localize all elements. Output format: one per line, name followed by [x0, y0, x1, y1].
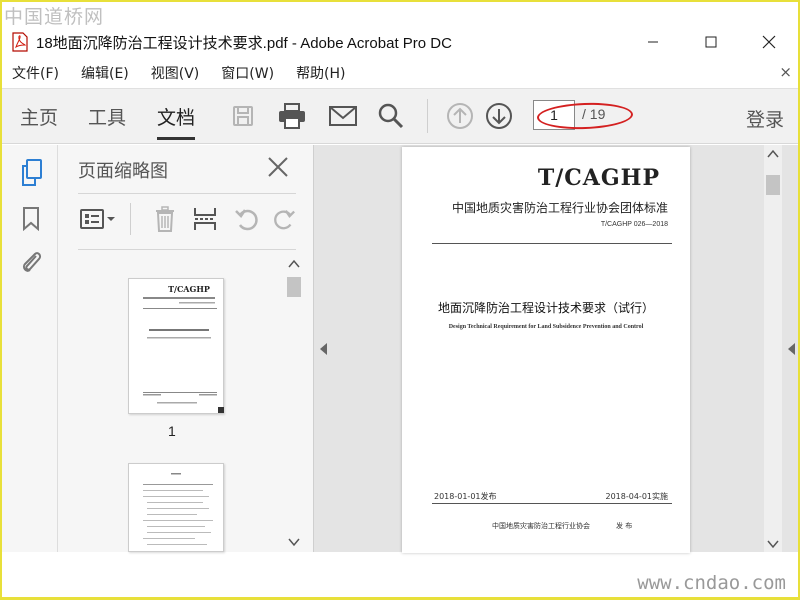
document-scrollbar[interactable] [764, 145, 782, 552]
issue-date: 2018-01-01发布 [434, 492, 497, 501]
window-title: 18地面沉降防治工程设计技术要求.pdf - Adobe Acrobat Pro… [36, 34, 452, 52]
login-link[interactable]: 登录 [746, 105, 784, 132]
panel-tool-divider [130, 203, 131, 235]
maximize-button[interactable] [682, 26, 740, 58]
effective-date: 2018-04-01实施 [605, 492, 669, 501]
publisher: 中国地质灾害防治工程行业协会 [492, 522, 590, 530]
collapse-left-arrow-icon[interactable] [320, 343, 327, 355]
panel-title: 页面缩略图 [78, 161, 168, 182]
standard-number: T/CAGHP 026—2018 [600, 221, 668, 228]
page-down-icon[interactable] [484, 101, 514, 131]
menu-window[interactable]: 窗口(W) [221, 63, 274, 83]
pdf-page: T/CAGHP 中国地质灾害防治工程行业协会团体标准 T/CAGHP 026—2… [402, 147, 690, 553]
toolbar-divider [427, 99, 428, 133]
panel-divider [78, 249, 296, 250]
attachment-icon[interactable] [17, 247, 45, 275]
svg-text:T/CAGHP: T/CAGHP [168, 284, 210, 294]
print-icon[interactable] [277, 101, 307, 131]
page-total: / 19 [582, 106, 606, 122]
footer-rule [432, 503, 672, 504]
save-icon[interactable] [228, 101, 258, 131]
maximize-icon [705, 36, 717, 48]
thumbnails-panel: 页面缩略图 T/CAGHP 1 [58, 145, 314, 552]
header-rule [432, 243, 672, 244]
tab-document[interactable]: 文档 [157, 103, 196, 140]
email-icon[interactable] [328, 101, 358, 131]
document-title-english: Design Technical Requirement for Land Su… [448, 324, 644, 330]
close-panel-button[interactable] [266, 155, 292, 181]
thumbnail-options-icon[interactable] [78, 205, 118, 233]
document-view[interactable]: T/CAGHP 中国地质灾害防治工程行业协会团体标准 T/CAGHP 026—2… [314, 145, 798, 553]
close-icon [268, 157, 288, 177]
menu-bar: 文件(F) 编辑(E) 视图(V) 窗口(W) 帮助(H) × [2, 62, 798, 84]
thumbnail-page-number: 1 [168, 423, 176, 439]
menu-view[interactable]: 视图(V) [151, 63, 200, 83]
minimize-icon [648, 41, 658, 43]
watermark-bottom: www.cndao.com [637, 572, 786, 594]
page-thumbnails-icon[interactable] [17, 159, 45, 187]
menu-edit[interactable]: 编辑(E) [81, 63, 129, 83]
close-icon [762, 35, 776, 49]
panel-divider [78, 193, 296, 194]
title-bar: 18地面沉降防治工程设计技术要求.pdf - Adobe Acrobat Pro… [2, 26, 798, 58]
close-window-button[interactable] [740, 26, 798, 58]
expand-right-pane-arrow-icon[interactable] [788, 343, 795, 355]
document-title: 地面沉降防治工程设计技术要求（试行） [437, 301, 654, 315]
standard-organization: 中国地质灾害防治工程行业协会团体标准 [451, 201, 668, 215]
page-up-icon[interactable] [445, 101, 475, 131]
close-document-button[interactable]: × [779, 63, 792, 81]
pdf-file-icon [12, 32, 28, 52]
rotate-left-icon[interactable] [232, 205, 262, 233]
standard-code: T/CAGHP [537, 165, 660, 191]
menu-help[interactable]: 帮助(H) [296, 63, 345, 83]
bookmark-icon[interactable] [17, 205, 45, 233]
navigation-rail [2, 145, 58, 552]
thumbnails-scrollbar[interactable] [286, 255, 302, 552]
delete-page-icon[interactable] [150, 205, 180, 233]
thumbnail-selection-marker [218, 407, 224, 413]
menu-file[interactable]: 文件(F) [12, 63, 59, 83]
rotate-right-icon[interactable] [272, 205, 296, 233]
page-thumbnail[interactable]: T/CAGHP [128, 278, 224, 414]
search-icon[interactable] [376, 101, 406, 131]
release-word: 发 布 [616, 522, 633, 530]
watermark-top: 中国道桥网 [4, 6, 105, 28]
tab-home[interactable]: 主页 [20, 103, 58, 130]
page-thumbnail[interactable] [128, 463, 224, 552]
page-number-input[interactable]: 1 [533, 100, 575, 130]
main-toolbar: 主页 工具 文档 1 / 19 登录 [2, 88, 798, 144]
tab-tools[interactable]: 工具 [88, 103, 126, 130]
insert-page-icon[interactable] [190, 205, 220, 233]
minimize-button[interactable] [624, 26, 682, 58]
